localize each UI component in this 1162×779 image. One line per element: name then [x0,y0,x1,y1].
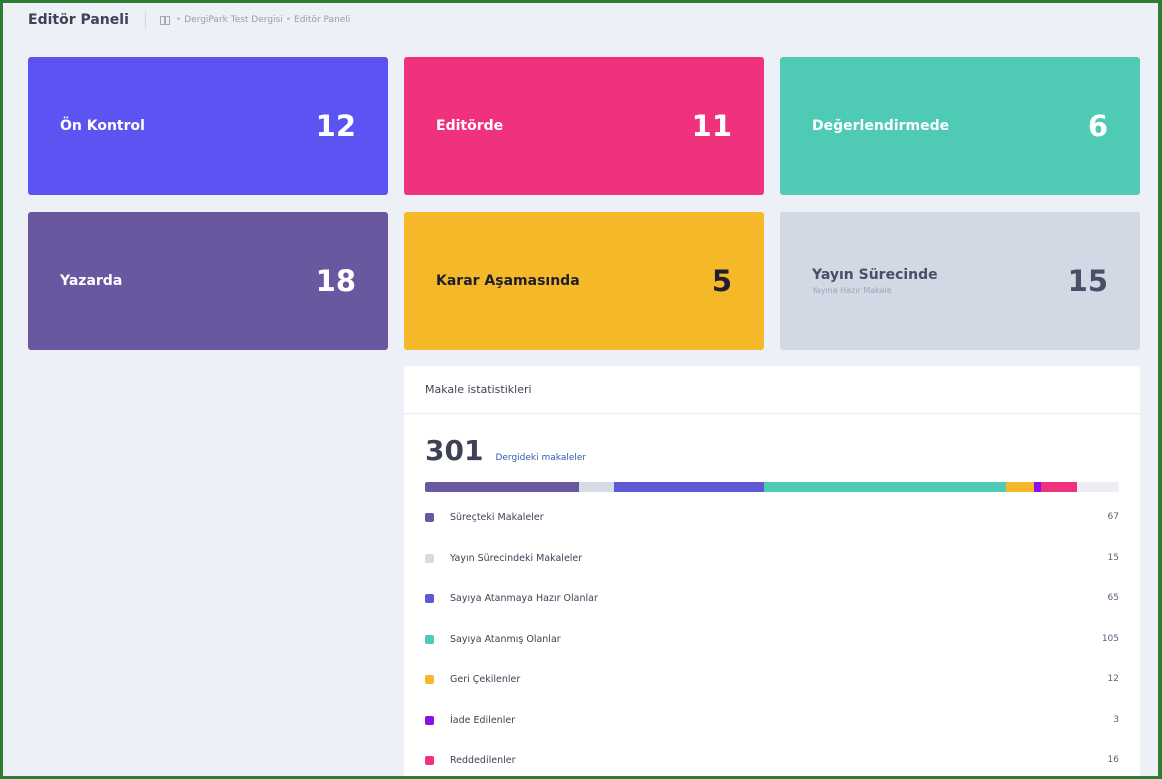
legend-value: 16 [1107,755,1119,765]
legend-value: 12 [1107,674,1119,684]
card-yayin-surecinde[interactable]: Yayın Sürecinde Yayına Hazır Makale 15 [780,212,1140,350]
legend-item: Reddedilenler 16 [425,753,1119,779]
breadcrumb-dot-icon: • [175,15,182,25]
bar-segment [1040,482,1078,492]
legend-value: 3 [1113,714,1119,725]
legend-value: 65 [1107,593,1119,603]
legend-value: 105 [1101,633,1119,644]
bar-segment [1005,482,1034,492]
card-label: Değerlendirmede [812,118,950,134]
card-count: 5 [711,264,732,298]
subheader: Editör Paneli • DergiPark Test Dergisi •… [28,8,350,32]
legend-value: 15 [1107,552,1119,563]
legend-swatch [425,513,434,522]
breadcrumb-journal-link[interactable]: DergiPark Test Dergisi [184,15,283,25]
page-title: Editör Paneli [28,12,129,28]
card-editorde[interactable]: Editörde 11 [404,57,764,195]
total-label-link[interactable]: Dergideki makaleler [495,453,586,463]
article-stats-panel: Makale istatistikleri 301 Dergideki maka… [404,366,1140,779]
bar-segment [763,482,1006,492]
card-on-kontrol[interactable]: Ön Kontrol 12 [28,57,388,195]
bar-segment [425,482,580,492]
bar-segment [614,482,764,492]
legend-item: Sayıya Atanmaya Hazır Olanlar 65 [425,591,1119,632]
card-label: Ön Kontrol [60,118,145,134]
card-count: 11 [691,109,732,143]
breadcrumb: • DergiPark Test Dergisi • Editör Paneli [159,15,350,25]
breadcrumb-dot-icon: • [285,15,292,25]
total-count: 301 [425,434,484,467]
bar-segment [579,482,615,492]
card-label: Karar Aşamasında [436,273,580,289]
legend-swatch [425,756,434,765]
card-count: 18 [315,264,356,298]
legend-item: Yayın Sürecindeki Makaleler 15 [425,551,1119,592]
card-label-group: Yayın Sürecinde Yayına Hazır Makale [812,267,938,295]
bar-segment [1033,482,1041,492]
legend-swatch [425,715,434,725]
header-separator [144,12,146,28]
legend-swatch [425,634,434,644]
card-label: Editörde [436,118,504,134]
legend-item: Süreçteki Makaleler 67 [425,510,1119,551]
legend-label: Süreçteki Makaleler [450,512,544,523]
legend-label: Sayıya Atanmış Olanlar [450,633,561,645]
card-degerlendirmede[interactable]: Değerlendirmede 6 [780,57,1140,195]
legend-item: Sayıya Atanmış Olanlar 105 [425,632,1119,673]
legend-swatch [425,675,434,684]
card-sublabel: Yayına Hazır Makale [812,286,892,295]
card-label: Yazarda [60,273,123,289]
card-count: 6 [1087,109,1108,143]
panel-title: Makale istatistikleri [404,366,1140,414]
legend-label: Yayın Sürecindeki Makaleler [450,552,583,564]
breadcrumb-current[interactable]: Editör Paneli [294,15,350,25]
card-count: 15 [1067,264,1108,298]
card-label: Yayın Sürecinde [812,267,938,283]
legend-label: Geri Çekilenler [450,674,521,685]
stacked-progress-bar [425,482,1119,492]
card-karar-asamasinda[interactable]: Karar Aşamasında 5 [404,212,764,350]
legend-label: Sayıya Atanmaya Hazır Olanlar [450,593,598,604]
legend-swatch [425,594,434,603]
card-yazarda[interactable]: Yazarda 18 [28,212,388,350]
legend-value: 67 [1107,512,1119,522]
legend-label: İade Edilenler [450,714,516,726]
book-icon [159,15,170,25]
total-row: 301 Dergideki makaleler [404,414,1140,467]
stats-legend: Süreçteki Makaleler 67 Yayın Sürecindeki M… [425,510,1119,779]
card-count: 12 [315,109,356,143]
legend-item: Geri Çekilenler 12 [425,672,1119,713]
legend-item: İade Edilenler 3 [425,713,1119,754]
legend-label: Reddedilenler [450,755,516,766]
legend-swatch [425,553,434,563]
